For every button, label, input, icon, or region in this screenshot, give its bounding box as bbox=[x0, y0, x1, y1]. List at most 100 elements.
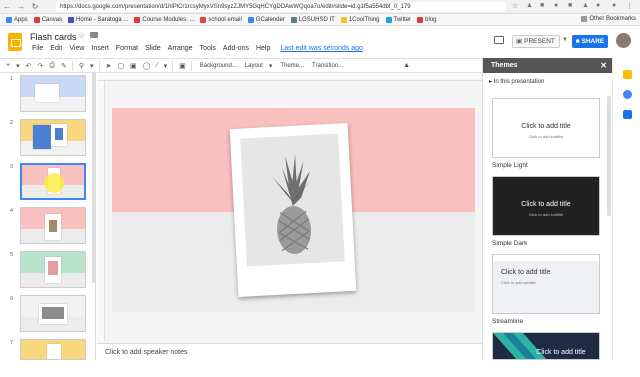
new-slide-dropdown-icon[interactable]: ▾ bbox=[16, 62, 20, 70]
calendar-icon bbox=[247, 16, 254, 23]
thumbnail-image bbox=[48, 261, 58, 275]
slide-thumbnail[interactable] bbox=[20, 251, 86, 288]
new-slide-icon[interactable]: + bbox=[6, 62, 10, 69]
collapse-toolbar-icon[interactable]: ▲ bbox=[403, 62, 410, 69]
bookmark-gcalendar[interactable]: GCalender bbox=[247, 16, 285, 23]
bookmark-blog[interactable]: blog bbox=[417, 16, 437, 23]
extension-icon[interactable]: ▲ bbox=[526, 2, 533, 9]
in-presentation-section[interactable]: ▸ In this presentation bbox=[489, 78, 544, 85]
photo-frame[interactable] bbox=[229, 123, 357, 297]
last-edit-link[interactable]: Last edit was seconds ago bbox=[280, 45, 363, 52]
layout-button[interactable]: Layout bbox=[245, 63, 263, 69]
menu-insert[interactable]: Insert bbox=[91, 45, 109, 52]
bookmark-school-email[interactable]: school email bbox=[200, 16, 242, 23]
theme-button[interactable]: Theme... bbox=[280, 63, 304, 69]
menu-slide[interactable]: Slide bbox=[145, 45, 161, 52]
slide-thumbnail[interactable] bbox=[20, 207, 86, 244]
shape-icon[interactable]: ◯ bbox=[143, 62, 151, 70]
extension-icon[interactable]: ■ bbox=[540, 2, 544, 9]
bookmark-1coolthing[interactable]: 1CoolThing bbox=[340, 16, 380, 23]
menu-icon[interactable]: ⋮ bbox=[626, 2, 633, 10]
forward-icon[interactable]: → bbox=[14, 2, 28, 11]
menu-arrange[interactable]: Arrange bbox=[168, 45, 193, 52]
bookmark-apps[interactable]: Apps bbox=[6, 16, 28, 23]
bookmark-saratoga[interactable]: Home - Saratoga ... bbox=[68, 16, 128, 23]
slide-thumbnail-row[interactable]: 7 bbox=[0, 337, 96, 377]
comments-icon[interactable] bbox=[494, 36, 504, 44]
line-dropdown-icon[interactable]: ▾ bbox=[164, 62, 168, 70]
bookmark-lgsuhsd-it[interactable]: LGSUHSD IT bbox=[290, 16, 335, 23]
avatar[interactable] bbox=[616, 33, 631, 48]
pineapple-image[interactable] bbox=[240, 133, 345, 267]
extension-icon[interactable]: ● bbox=[554, 2, 558, 9]
extension-icon[interactable]: ● bbox=[596, 2, 600, 9]
theme-simple-dark[interactable]: Click to add title Click to add subtitle bbox=[492, 176, 600, 236]
menu-view[interactable]: View bbox=[69, 45, 84, 52]
zoom-icon[interactable]: ⚲ bbox=[79, 62, 84, 70]
reload-icon[interactable]: ↻ bbox=[28, 2, 42, 11]
bookmark-star-icon[interactable]: ☆ bbox=[512, 2, 518, 10]
tasks-icon[interactable] bbox=[623, 90, 632, 99]
folder-icon[interactable] bbox=[90, 32, 98, 38]
theme-streamline[interactable]: Click to add title Click to add subtitle bbox=[492, 254, 600, 314]
zoom-dropdown-icon[interactable]: ▾ bbox=[90, 62, 94, 70]
redo-icon[interactable]: ↷ bbox=[37, 62, 43, 70]
slide-thumbnail[interactable] bbox=[20, 119, 86, 156]
slide-thumbnail[interactable] bbox=[20, 75, 86, 112]
slide-thumbnail-row[interactable]: 6 bbox=[0, 293, 96, 333]
slide-thumbnail-row[interactable]: 4 bbox=[0, 205, 96, 245]
extension-icon[interactable]: ■ bbox=[568, 2, 572, 9]
slide-thumbnail-row[interactable]: 2 bbox=[0, 117, 96, 157]
paint-format-icon[interactable]: ✎ bbox=[61, 62, 67, 70]
bookmark-canvas[interactable]: Canvas bbox=[33, 16, 62, 23]
calendar-icon[interactable] bbox=[623, 110, 632, 119]
present-dropdown-icon[interactable]: ▼ bbox=[562, 37, 568, 43]
share-button[interactable]: ■ SHARE bbox=[572, 35, 608, 48]
thumbnail-card bbox=[45, 214, 61, 240]
star-icon[interactable]: ☆ bbox=[78, 31, 85, 40]
profile-icon[interactable]: ● bbox=[612, 2, 616, 9]
print-icon[interactable]: ⎙ bbox=[49, 62, 55, 70]
back-icon[interactable]: ← bbox=[0, 2, 14, 11]
line-icon[interactable]: ∕ bbox=[156, 62, 157, 69]
close-icon[interactable]: ✕ bbox=[600, 58, 607, 73]
slide-thumbnail-row[interactable]: 1 bbox=[0, 73, 96, 113]
background-button[interactable]: Background... bbox=[200, 63, 237, 69]
themes-scrollbar[interactable] bbox=[607, 96, 611, 216]
doc-title[interactable]: Flash cards bbox=[30, 32, 77, 42]
address-bar[interactable]: https://docs.google.com/presentation/d/1… bbox=[56, 2, 506, 12]
thumbnail-card bbox=[35, 84, 59, 102]
textbox-icon[interactable]: ▢ bbox=[117, 62, 124, 70]
slide-thumbnail[interactable] bbox=[20, 339, 86, 360]
speaker-notes[interactable]: Click to add speaker notes bbox=[97, 343, 482, 360]
layout-dropdown-icon[interactable]: ▾ bbox=[269, 62, 273, 70]
bookmark-course-modules[interactable]: Course Modules: ... bbox=[134, 16, 194, 23]
side-rail bbox=[612, 58, 640, 360]
image-icon[interactable]: ▣ bbox=[130, 62, 137, 70]
select-icon[interactable]: ➤ bbox=[106, 62, 112, 70]
slides-logo-icon[interactable] bbox=[8, 33, 22, 51]
current-slide[interactable] bbox=[112, 108, 475, 312]
bookmarks-bar: Apps Canvas Home - Saratoga ... Course M… bbox=[0, 14, 640, 26]
menu-file[interactable]: File bbox=[32, 45, 43, 52]
menu-help[interactable]: Help bbox=[256, 45, 270, 52]
bookmark-other[interactable]: Other Bookmarks bbox=[581, 16, 636, 22]
undo-icon[interactable]: ↶ bbox=[26, 62, 32, 70]
menu-addons[interactable]: Add-ons bbox=[223, 45, 249, 52]
menu-edit[interactable]: Edit bbox=[50, 45, 62, 52]
slide-thumbnail-row[interactable]: 3 bbox=[0, 161, 96, 201]
extension-icon[interactable]: ▲ bbox=[582, 2, 589, 9]
menu-format[interactable]: Format bbox=[116, 45, 138, 52]
bookmark-twitter[interactable]: Twitter bbox=[385, 16, 411, 23]
transition-button[interactable]: Transition... bbox=[312, 63, 343, 69]
comment-add-icon[interactable]: ▣ bbox=[179, 62, 186, 70]
menu-tools[interactable]: Tools bbox=[200, 45, 216, 52]
keep-icon[interactable] bbox=[623, 70, 632, 79]
present-button[interactable]: ▣ PRESENT bbox=[512, 35, 560, 48]
slide-thumbnail-row[interactable]: 5 bbox=[0, 249, 96, 289]
theme-simple-light[interactable]: Click to add title Click to add subtitle bbox=[492, 98, 600, 158]
filmstrip-scrollbar[interactable] bbox=[92, 73, 95, 283]
speaker-notes-placeholder: Click to add speaker notes bbox=[105, 349, 188, 356]
slide-thumbnail[interactable] bbox=[20, 295, 86, 332]
theme-focus[interactable]: Click to add title bbox=[492, 332, 600, 360]
